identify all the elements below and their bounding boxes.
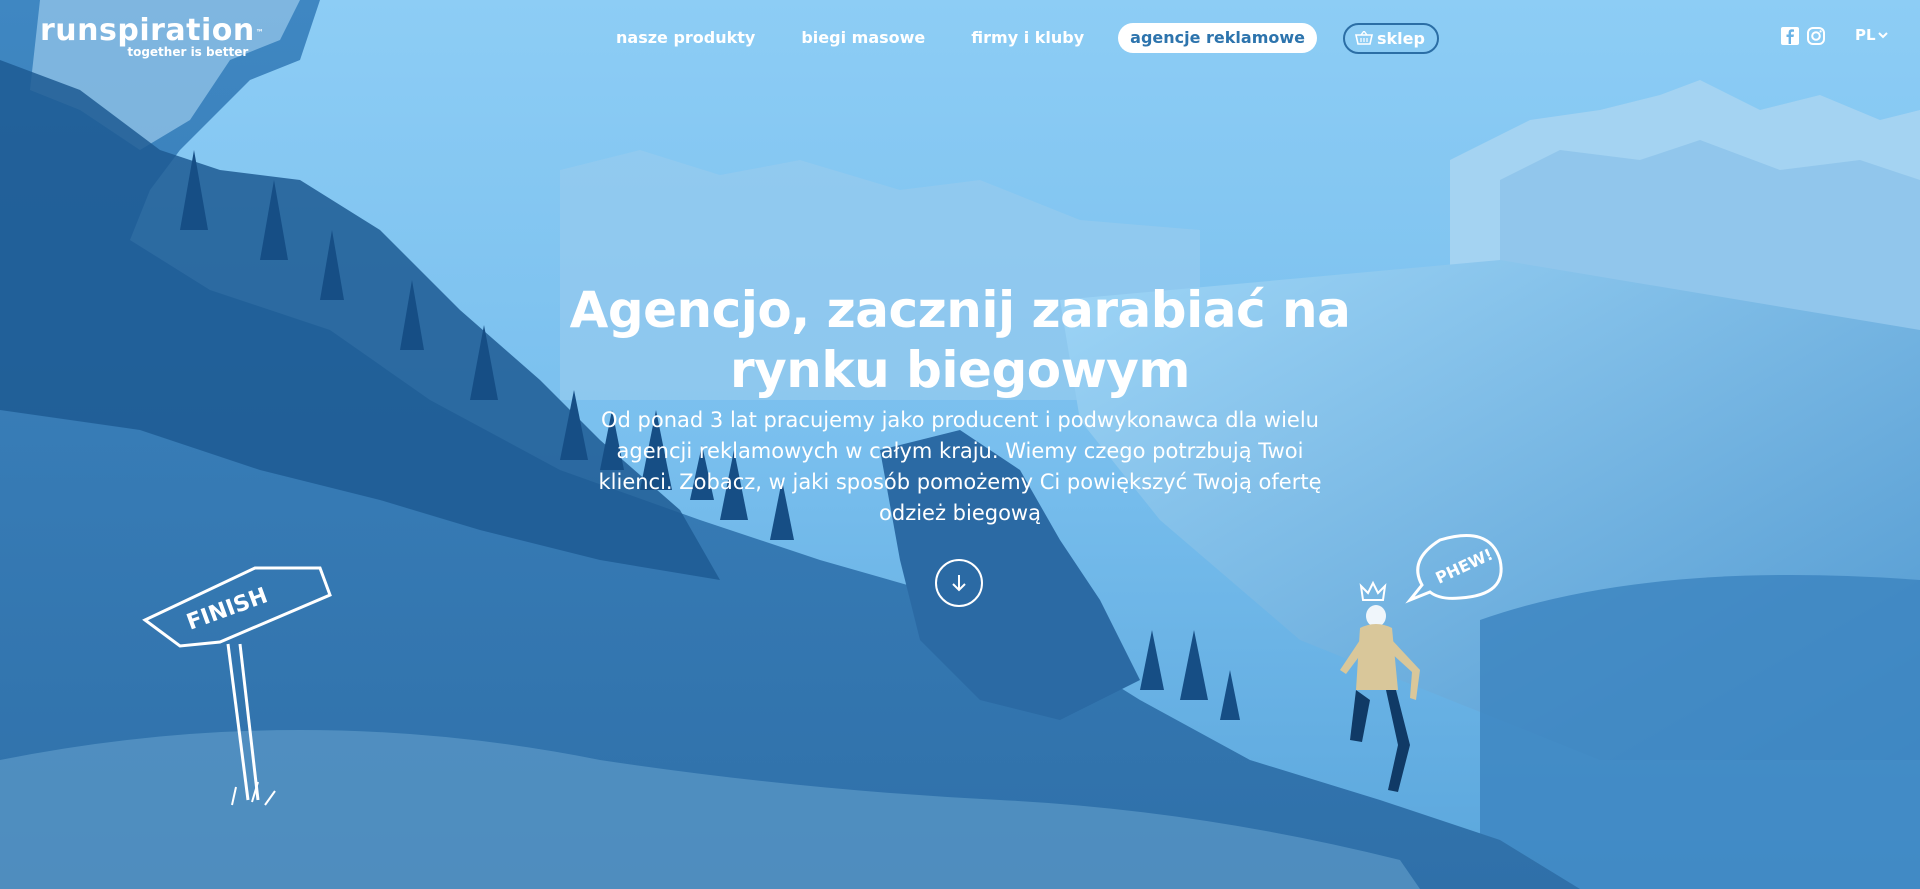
- instagram-link[interactable]: [1806, 26, 1826, 50]
- shop-label: sklep: [1376, 28, 1425, 48]
- language-selector[interactable]: PL: [1855, 26, 1888, 44]
- hero-description-line-1: Od ponad 3 lat pracujemy jako producent …: [601, 408, 1319, 432]
- hero-headline: Agencjo, zacznij zarabiać na rynku biego…: [500, 280, 1420, 400]
- instagram-icon: [1807, 27, 1825, 45]
- hero-description-line-4: odzież biegową: [879, 501, 1041, 525]
- trademark-mark: ™: [255, 28, 265, 37]
- crown-doodle: [1359, 580, 1387, 601]
- phew-text: PHEW!: [1433, 545, 1496, 588]
- hero-description-line-3: klienci. Zobacz, w jaki sposób pomożemy …: [598, 470, 1322, 494]
- hero-description: Od ponad 3 lat pracujemy jako producent …: [535, 405, 1385, 529]
- language-label: PL: [1855, 26, 1876, 44]
- phew-speech-bubble: PHEW!: [1405, 534, 1503, 604]
- hero-headline-line-2: rynku biegowym: [730, 341, 1190, 399]
- scroll-down-button[interactable]: [935, 559, 983, 607]
- nav-item-ad-agencies[interactable]: agencje reklamowe: [1118, 23, 1317, 53]
- basket-icon: [1354, 31, 1373, 45]
- social-links: [1780, 26, 1826, 50]
- hero-description-line-2: agencji reklamowych w całym kraju. Wiemy…: [616, 439, 1304, 463]
- finish-sign-text: FINISH: [184, 583, 272, 635]
- shop-button[interactable]: sklep: [1342, 22, 1439, 54]
- arrow-down-icon: [952, 575, 966, 592]
- brand-logo[interactable]: runspiration™ together is better: [40, 13, 265, 60]
- facebook-icon: [1781, 27, 1799, 45]
- chevron-down-icon: [1877, 32, 1888, 39]
- nav-item-products[interactable]: nasze produkty: [616, 23, 755, 53]
- brand-name: runspiration: [40, 13, 255, 48]
- nav-item-mass-runs[interactable]: biegi masowe: [801, 23, 925, 53]
- nav-item-companies-clubs[interactable]: firmy i kluby: [971, 23, 1084, 53]
- hero-headline-line-1: Agencjo, zacznij zarabiać na: [569, 281, 1351, 339]
- facebook-link[interactable]: [1780, 26, 1800, 50]
- finish-sign-illustration: FINISH: [142, 566, 332, 806]
- main-navigation: nasze produkty biegi masowe firmy i klub…: [616, 22, 1485, 54]
